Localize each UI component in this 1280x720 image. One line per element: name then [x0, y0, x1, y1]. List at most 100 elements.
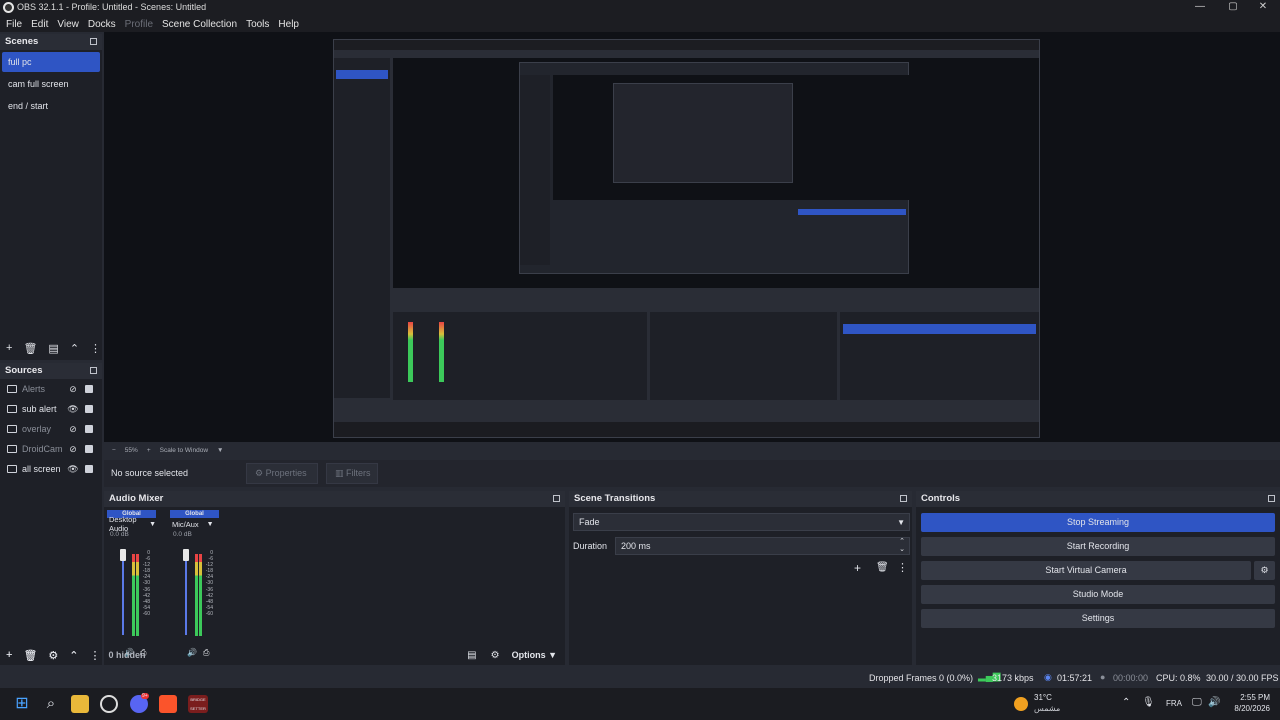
more-options-icon[interactable]: ⋮	[897, 561, 908, 574]
menu-scene-collection[interactable]: Scene Collection	[162, 19, 237, 30]
undock-icon[interactable]	[900, 495, 907, 502]
volume-icon[interactable]: 🔊	[1208, 697, 1220, 708]
more-options-icon[interactable]: ⋮	[90, 342, 101, 355]
eye-icon[interactable]: 👁	[67, 464, 79, 475]
windows-start-icon[interactable]: ⊞	[13, 695, 31, 713]
start-virtual-camera-button[interactable]: Start Virtual Camera	[921, 561, 1251, 580]
settings-button[interactable]: Settings	[921, 609, 1275, 628]
move-up-icon[interactable]: ⌃	[69, 649, 78, 662]
undock-icon[interactable]	[1268, 495, 1275, 502]
more-options-icon[interactable]: ⋮	[90, 649, 101, 662]
lock-icon[interactable]	[85, 385, 93, 393]
source-item[interactable]: overlay ⊘	[0, 419, 102, 439]
preview-screen-capture	[333, 39, 1040, 438]
volume-fader-track[interactable]	[185, 550, 187, 635]
scene-item-end-start[interactable]: end / start	[2, 96, 100, 116]
add-transition-icon[interactable]: +	[854, 561, 861, 575]
eye-slash-icon[interactable]: ⊘	[67, 424, 79, 435]
volume-fader-track[interactable]	[122, 550, 124, 635]
audio-level-meter	[195, 554, 198, 636]
remove-scene-icon[interactable]: 🗑	[23, 342, 37, 355]
properties-button[interactable]: ⚙ Properties	[246, 463, 318, 484]
duration-spinbox[interactable]: 200 ms ⌃ ⌄	[615, 537, 910, 555]
options-button[interactable]: Options ▼	[512, 650, 557, 660]
menu-file[interactable]: File	[6, 19, 22, 30]
add-scene-icon[interactable]: +	[6, 342, 12, 354]
trash-icon[interactable]: 🗑	[876, 562, 889, 573]
scale-select[interactable]: Scale to Window	[160, 447, 208, 454]
audio-mixer-title: Audio Mixer	[109, 493, 164, 504]
volume-fader-knob[interactable]	[120, 549, 126, 561]
sources-title: Sources	[5, 365, 43, 376]
channel-name-select[interactable]: Desktop Audio ▼	[107, 515, 156, 533]
lock-icon[interactable]	[85, 405, 93, 413]
menu-profile[interactable]: Profile	[125, 19, 153, 30]
gear-icon[interactable]: ⚙	[48, 649, 58, 662]
undock-icon[interactable]	[90, 38, 97, 45]
captured-scene-transitions	[650, 312, 837, 400]
filters-button[interactable]: ▥ Filters	[326, 463, 378, 484]
app-icon[interactable]: BRIDGE SETTER	[188, 695, 208, 713]
volume-fader-knob[interactable]	[183, 549, 189, 561]
zoom-in-button[interactable]: +	[147, 447, 151, 454]
menu-help[interactable]: Help	[278, 19, 299, 30]
maximize-button[interactable]: ▢	[1216, 0, 1250, 16]
source-item[interactable]: DroidCam ⊘	[0, 439, 102, 459]
microphone-icon[interactable]: 🎙	[1142, 697, 1155, 708]
menu-tools[interactable]: Tools	[246, 19, 269, 30]
clock-date[interactable]: 8/20/2026	[1226, 704, 1270, 713]
captured-nested-canvas	[553, 75, 910, 200]
eye-slash-icon[interactable]: ⊘	[67, 384, 79, 395]
brave-browser-icon[interactable]	[159, 695, 177, 713]
scene-item-full-pc[interactable]: full pc	[2, 52, 100, 72]
advanced-audio-icon[interactable]: ⚙	[491, 650, 500, 661]
source-item[interactable]: all screen 👁	[0, 459, 102, 479]
source-item[interactable]: Alerts ⊘	[0, 379, 102, 399]
obs-taskbar-icon[interactable]	[100, 695, 118, 713]
eye-slash-icon[interactable]: ⊘	[67, 444, 79, 455]
trash-icon[interactable]: 🗑	[23, 649, 37, 662]
filter-icon: ▥	[335, 468, 347, 478]
meter-ticks: 0 -6 -12 -18 -24 -30 -36 -42 -48 -54 -60	[141, 550, 150, 617]
sources-header: Sources	[0, 363, 102, 379]
file-explorer-icon[interactable]	[71, 695, 89, 713]
captured-nested-preview	[519, 62, 910, 274]
undock-icon[interactable]	[553, 495, 560, 502]
virtual-camera-settings-icon[interactable]: ⚙	[1254, 561, 1275, 580]
meter-tick-label: -36	[205, 586, 213, 593]
close-button[interactable]: ✕	[1246, 0, 1280, 16]
layout-icon[interactable]: ▤	[467, 650, 476, 661]
spin-arrows-icon[interactable]: ⌃ ⌄	[899, 538, 905, 554]
chevron-up-icon[interactable]: ⌃	[1122, 697, 1130, 708]
source-item[interactable]: sub alert 👁	[0, 399, 102, 419]
start-recording-button[interactable]: Start Recording	[921, 537, 1275, 556]
menu-docks[interactable]: Docks	[88, 19, 116, 30]
chevron-down-icon[interactable]: ▼	[217, 447, 223, 454]
menu-edit[interactable]: Edit	[31, 19, 48, 30]
clock-time[interactable]: 2:55 PM	[1226, 693, 1270, 702]
zoom-out-button[interactable]: −	[112, 447, 116, 454]
lock-icon[interactable]	[85, 425, 93, 433]
meter-tick-label: -60	[205, 610, 213, 617]
meter-ticks: 0 -6 -12 -18 -24 -30 -36 -42 -48 -54 -60	[204, 550, 213, 617]
filter-scene-icon[interactable]: ▤	[48, 342, 58, 355]
transition-select[interactable]: Fade ▼	[573, 513, 910, 531]
channel-name-select[interactable]: Mic/Aux ▼	[170, 518, 219, 530]
stop-streaming-button[interactable]: Stop Streaming	[921, 513, 1275, 532]
meter-tick-label: -36	[142, 586, 150, 593]
network-icon[interactable]: 🖵	[1192, 697, 1202, 708]
scene-item-cam-full-screen[interactable]: cam full screen	[2, 74, 100, 94]
studio-mode-button[interactable]: Studio Mode	[921, 585, 1275, 604]
menu-view[interactable]: View	[57, 19, 79, 30]
language-indicator[interactable]: FRA	[1166, 699, 1182, 708]
source-type-icon	[7, 445, 17, 453]
eye-icon[interactable]: 👁	[67, 404, 79, 415]
search-icon[interactable]: ⌕	[42, 695, 60, 713]
move-up-icon[interactable]: ⌃	[70, 342, 79, 355]
lock-icon[interactable]	[85, 465, 93, 473]
minimize-button[interactable]: —	[1183, 0, 1217, 16]
add-icon[interactable]: +	[6, 649, 12, 661]
lock-icon[interactable]	[85, 445, 93, 453]
undock-icon[interactable]	[90, 367, 97, 374]
audio-channel-mic: Global Mic/Aux ▼ 0.0 dB 0 -6 -12 -18 -24 -30 -3…	[170, 510, 219, 657]
